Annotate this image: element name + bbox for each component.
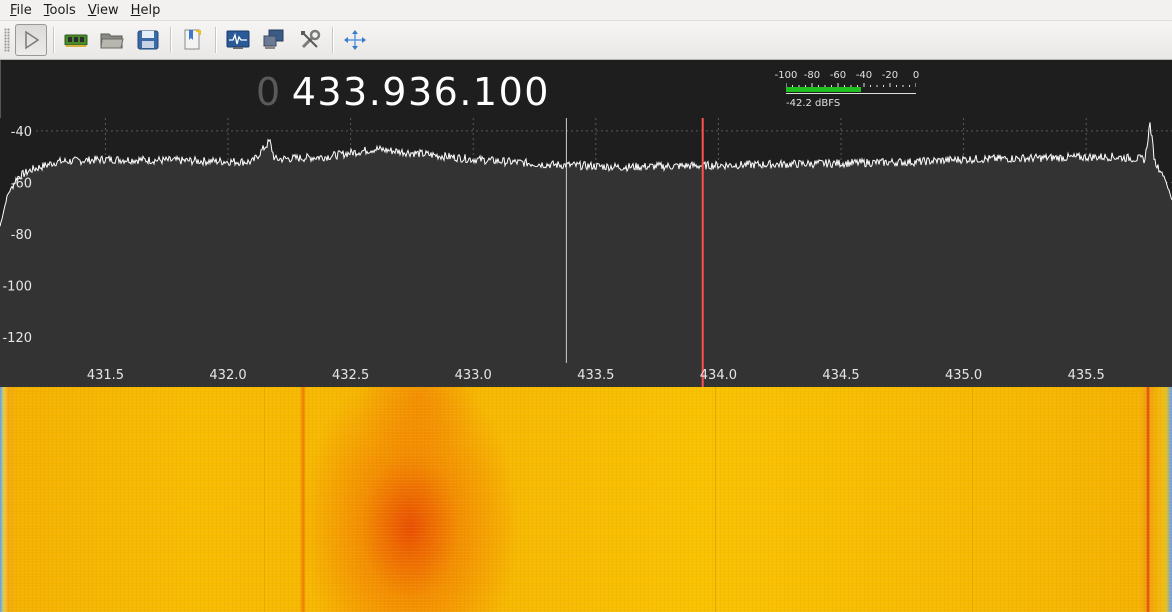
gqrx-window: File Tools View Help 0 433.936.100 -100 … (0, 0, 1172, 612)
meter-baseline (786, 93, 916, 94)
toolbar-separator (332, 27, 333, 53)
frequency-value[interactable]: 433.936.100 (292, 70, 550, 114)
remote-control-icon (263, 29, 284, 49)
meter-scale-label: -60 (829, 70, 847, 81)
x-tick-label: 431.5 (87, 368, 124, 383)
y-tick-label: -80 (11, 228, 32, 243)
y-tick-label: -120 (2, 331, 32, 346)
meter-scale-label: -80 (803, 70, 821, 81)
waterfall-display[interactable] (0, 387, 1172, 612)
menu-bar: File Tools View Help (0, 0, 1172, 21)
y-tick-label: -60 (11, 176, 32, 191)
meter-scale-label: -100 (774, 70, 798, 81)
sdr-device-icon (64, 34, 88, 47)
toolbar-separator (170, 27, 171, 53)
demod-center-marker[interactable] (701, 118, 704, 387)
x-tick-label: 435.5 (1068, 368, 1105, 383)
configure-button[interactable] (294, 24, 326, 56)
waterfall-texture (0, 387, 1172, 612)
save-icon (137, 30, 159, 50)
waterfall-center-trace (715, 387, 716, 612)
waterfall-trace (264, 387, 265, 612)
fit-view-icon (344, 30, 366, 50)
x-tick-label: 433.0 (455, 368, 492, 383)
fit-view-button[interactable] (339, 24, 371, 56)
add-bookmark-button[interactable] (177, 24, 209, 56)
menu-file[interactable]: File (4, 0, 38, 21)
fft-settings-button[interactable] (222, 24, 254, 56)
meter-scale-label: -20 (881, 70, 899, 81)
y-tick-label: -40 (11, 125, 32, 140)
x-axis-labels: 431.5 432.0 432.5 433.0 433.5 434.0 434.5 435.0… (87, 368, 1105, 383)
play-icon (25, 30, 40, 50)
meter-level-bar (786, 87, 862, 92)
start-dsp-button[interactable] (15, 24, 47, 56)
menu-help[interactable]: Help (125, 0, 167, 21)
remote-control-button[interactable] (258, 24, 290, 56)
toolbar-separator (53, 27, 54, 53)
menu-tools[interactable]: Tools (38, 0, 82, 21)
y-tick-label: -100 (2, 280, 32, 295)
frequency-display[interactable]: 0 433.936.100 (256, 70, 550, 114)
io-devices-button[interactable] (60, 24, 92, 56)
frequency-leading-digit[interactable]: 0 (256, 70, 282, 114)
menu-view[interactable]: View (82, 0, 125, 21)
save-settings-button[interactable] (132, 24, 164, 56)
meter-scale-label: 0 (912, 70, 920, 81)
x-tick-label: 432.5 (332, 368, 369, 383)
meter-scale-label: -40 (855, 70, 873, 81)
toolbar-grip[interactable] (4, 28, 10, 52)
x-tick-label: 433.5 (577, 368, 614, 383)
x-tick-label: 434.5 (822, 368, 859, 383)
signal-meter: -100 -80 -60 -40 -20 0 -42.2 dBFS (775, 68, 920, 112)
x-tick-label: 435.0 (945, 368, 982, 383)
configure-icon (301, 29, 321, 49)
bookmark-icon (184, 29, 201, 50)
meter-readout: -42.2 dBFS (786, 98, 841, 109)
x-tick-label: 432.0 (209, 368, 246, 383)
toolbar (0, 21, 1172, 60)
fft-plot[interactable]: -40-60-80-100-120 431.5 432.0 432.5 433.0 43… (0, 118, 1172, 387)
meter-scale: -100 -80 -60 -40 -20 0 (775, 70, 920, 82)
open-recording-button[interactable] (96, 24, 128, 56)
open-folder-icon (100, 33, 124, 49)
x-tick-label: 434.0 (700, 368, 737, 383)
waterfall-trace (972, 387, 973, 612)
fft-settings-icon (226, 30, 250, 49)
toolbar-separator (215, 27, 216, 53)
